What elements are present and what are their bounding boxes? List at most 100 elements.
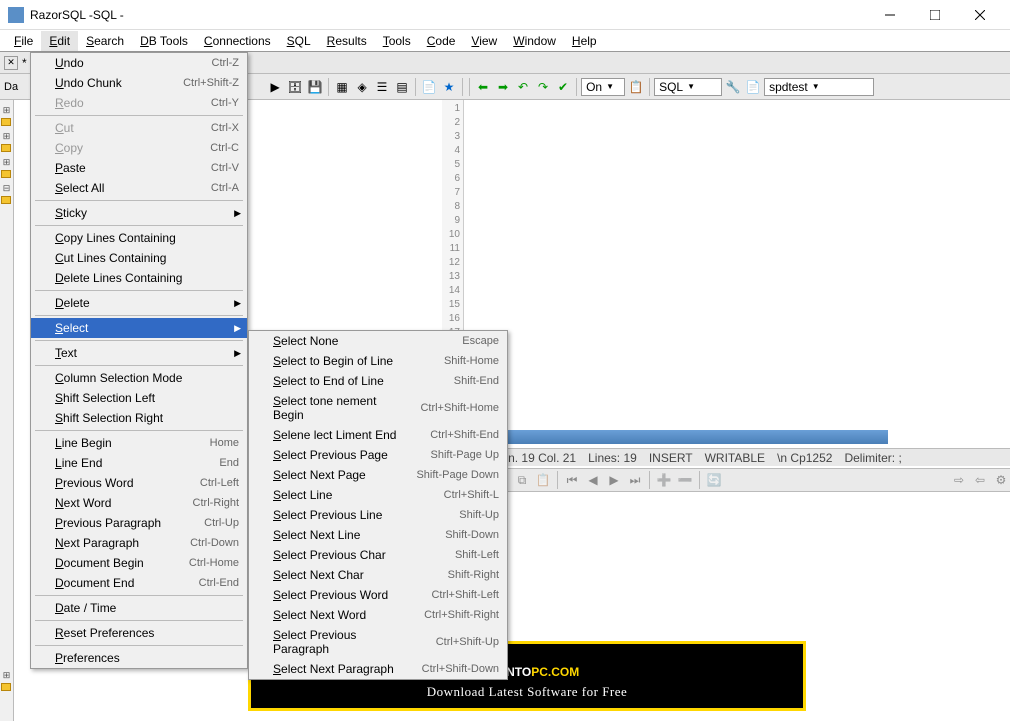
- minimize-button[interactable]: [867, 0, 912, 29]
- tree-node[interactable]: ⊞: [1, 105, 13, 117]
- menu-file[interactable]: File: [6, 31, 41, 51]
- spd-combo[interactable]: spdtest▼: [764, 78, 874, 96]
- add-icon[interactable]: ➕: [655, 471, 673, 489]
- cube-icon[interactable]: ◈: [353, 78, 371, 96]
- menu-item-date-time[interactable]: Date / Time: [31, 598, 247, 618]
- menu-item-cut[interactable]: CutCtrl-X: [31, 118, 247, 138]
- save-icon[interactable]: 💾: [306, 78, 324, 96]
- refresh-icon[interactable]: 🔄: [705, 471, 723, 489]
- check-icon[interactable]: ✔: [554, 78, 572, 96]
- menu-item-selene-lect-liment-end[interactable]: Selene lect Liment EndCtrl+Shift-End: [249, 425, 507, 445]
- menu-edit[interactable]: Edit: [41, 31, 78, 51]
- menu-item-redo[interactable]: RedoCtrl-Y: [31, 93, 247, 113]
- page-icon[interactable]: 📄: [420, 78, 438, 96]
- menu-results[interactable]: Results: [319, 31, 375, 51]
- menu-item-select-to-begin-of-line[interactable]: Select to Begin of LineShift-Home: [249, 351, 507, 371]
- menu-item-shift-selection-left[interactable]: Shift Selection Left: [31, 388, 247, 408]
- menu-item-select-next-paragraph[interactable]: Select Next ParagraphCtrl+Shift-Down: [249, 659, 507, 679]
- star-icon[interactable]: ★: [440, 78, 458, 96]
- last-icon[interactable]: ⏭: [626, 471, 644, 489]
- copy-icon[interactable]: ⧉: [513, 471, 531, 489]
- gear-icon[interactable]: 🔧: [724, 78, 742, 96]
- menu-item-select-next-line[interactable]: Select Next LineShift-Down: [249, 525, 507, 545]
- menu-item-previous-word[interactable]: Previous WordCtrl-Left: [31, 473, 247, 493]
- menu-item-select-previous-char[interactable]: Select Previous CharShift-Left: [249, 545, 507, 565]
- menu-db-tools[interactable]: DB Tools: [132, 31, 196, 51]
- menu-code[interactable]: Code: [419, 31, 464, 51]
- back-icon[interactable]: ⬅: [474, 78, 492, 96]
- menu-item-line-begin[interactable]: Line BeginHome: [31, 433, 247, 453]
- menu-item-delete-lines-containing[interactable]: Delete Lines Containing: [31, 268, 247, 288]
- menu-sql[interactable]: SQL: [279, 31, 319, 51]
- menu-item-select-next-page[interactable]: Select Next PageShift-Page Down: [249, 465, 507, 485]
- on-combo[interactable]: On▼: [581, 78, 625, 96]
- menu-item-next-word[interactable]: Next WordCtrl-Right: [31, 493, 247, 513]
- arrow2-icon[interactable]: ⇦: [971, 471, 989, 489]
- menu-item-paste[interactable]: PasteCtrl-V: [31, 158, 247, 178]
- menu-item-undo[interactable]: UndoCtrl-Z: [31, 53, 247, 73]
- menu-item-column-selection-mode[interactable]: Column Selection Mode: [31, 368, 247, 388]
- page2-icon[interactable]: 📄: [744, 78, 762, 96]
- menu-item-select-next-char[interactable]: Select Next CharShift-Right: [249, 565, 507, 585]
- menu-item-select-to-end-of-line[interactable]: Select to End of LineShift-End: [249, 371, 507, 391]
- folder-icon[interactable]: [1, 170, 13, 182]
- menu-item-delete[interactable]: Delete▶: [31, 293, 247, 313]
- menu-item-select-previous-paragraph[interactable]: Select Previous ParagraphCtrl+Shift-Up: [249, 625, 507, 659]
- menu-window[interactable]: Window: [505, 31, 564, 51]
- menu-item-sticky[interactable]: Sticky▶: [31, 203, 247, 223]
- prev-icon[interactable]: ◀: [584, 471, 602, 489]
- sql-combo[interactable]: SQL▼: [654, 78, 722, 96]
- menu-item-text[interactable]: Text▶: [31, 343, 247, 363]
- menu-item-select-all[interactable]: Select AllCtrl-A: [31, 178, 247, 198]
- first-icon[interactable]: ⏮: [563, 471, 581, 489]
- sidebar-tab-label[interactable]: Da: [4, 81, 18, 93]
- menu-view[interactable]: View: [463, 31, 505, 51]
- menu-item-select-none[interactable]: Select NoneEscape: [249, 331, 507, 351]
- db-icon[interactable]: 🗄: [286, 78, 304, 96]
- menu-item-select-line[interactable]: Select LineCtrl+Shift-L: [249, 485, 507, 505]
- tree-node[interactable]: ⊞: [1, 131, 13, 143]
- forward-icon[interactable]: ➡: [494, 78, 512, 96]
- menu-help[interactable]: Help: [564, 31, 605, 51]
- folder-icon[interactable]: [1, 683, 13, 695]
- run-icon[interactable]: ▶: [266, 78, 284, 96]
- menu-item-preferences[interactable]: Preferences: [31, 648, 247, 668]
- menu-item-shift-selection-right[interactable]: Shift Selection Right: [31, 408, 247, 428]
- tree-node[interactable]: ⊟: [1, 183, 13, 195]
- tree-node[interactable]: ⊞: [1, 670, 13, 682]
- arrow-icon[interactable]: ⇨: [950, 471, 968, 489]
- menu-item-copy[interactable]: CopyCtrl-C: [31, 138, 247, 158]
- folder-icon[interactable]: [1, 118, 13, 130]
- folder-icon[interactable]: [1, 144, 13, 156]
- menu-connections[interactable]: Connections: [196, 31, 279, 51]
- doc-icon[interactable]: 📋: [627, 78, 645, 96]
- menu-item-select-previous-word[interactable]: Select Previous WordCtrl+Shift-Left: [249, 585, 507, 605]
- menu-search[interactable]: Search: [78, 31, 132, 51]
- menu-item-select-previous-line[interactable]: Select Previous LineShift-Up: [249, 505, 507, 525]
- menu-item-document-begin[interactable]: Document BeginCtrl-Home: [31, 553, 247, 573]
- undo-icon[interactable]: ↶: [514, 78, 532, 96]
- menu-item-select-next-word[interactable]: Select Next WordCtrl+Shift-Right: [249, 605, 507, 625]
- next-icon[interactable]: ▶: [605, 471, 623, 489]
- close-button[interactable]: [957, 0, 1002, 29]
- menu-item-select[interactable]: Select▶: [31, 318, 247, 338]
- redo-icon[interactable]: ↷: [534, 78, 552, 96]
- menu-item-cut-lines-containing[interactable]: Cut Lines Containing: [31, 248, 247, 268]
- remove-icon[interactable]: ➖: [676, 471, 694, 489]
- menu-item-document-end[interactable]: Document EndCtrl-End: [31, 573, 247, 593]
- menu-item-undo-chunk[interactable]: Undo ChunkCtrl+Shift-Z: [31, 73, 247, 93]
- menu-item-copy-lines-containing[interactable]: Copy Lines Containing: [31, 228, 247, 248]
- paste-icon[interactable]: 📋: [534, 471, 552, 489]
- maximize-button[interactable]: [912, 0, 957, 29]
- folder-icon[interactable]: [1, 196, 13, 208]
- list-icon[interactable]: ☰: [373, 78, 391, 96]
- menu-item-line-end[interactable]: Line EndEnd: [31, 453, 247, 473]
- tree-sidebar[interactable]: ⊞ ⊞ ⊞ ⊟ ⊞: [0, 100, 14, 721]
- menu-item-select-previous-page[interactable]: Select Previous PageShift-Page Up: [249, 445, 507, 465]
- tree-node[interactable]: ⊞: [1, 157, 13, 169]
- table-icon[interactable]: ▦: [333, 78, 351, 96]
- grid-icon[interactable]: ▤: [393, 78, 411, 96]
- menu-item-next-paragraph[interactable]: Next ParagraphCtrl-Down: [31, 533, 247, 553]
- menu-item-previous-paragraph[interactable]: Previous ParagraphCtrl-Up: [31, 513, 247, 533]
- menu-tools[interactable]: Tools: [375, 31, 419, 51]
